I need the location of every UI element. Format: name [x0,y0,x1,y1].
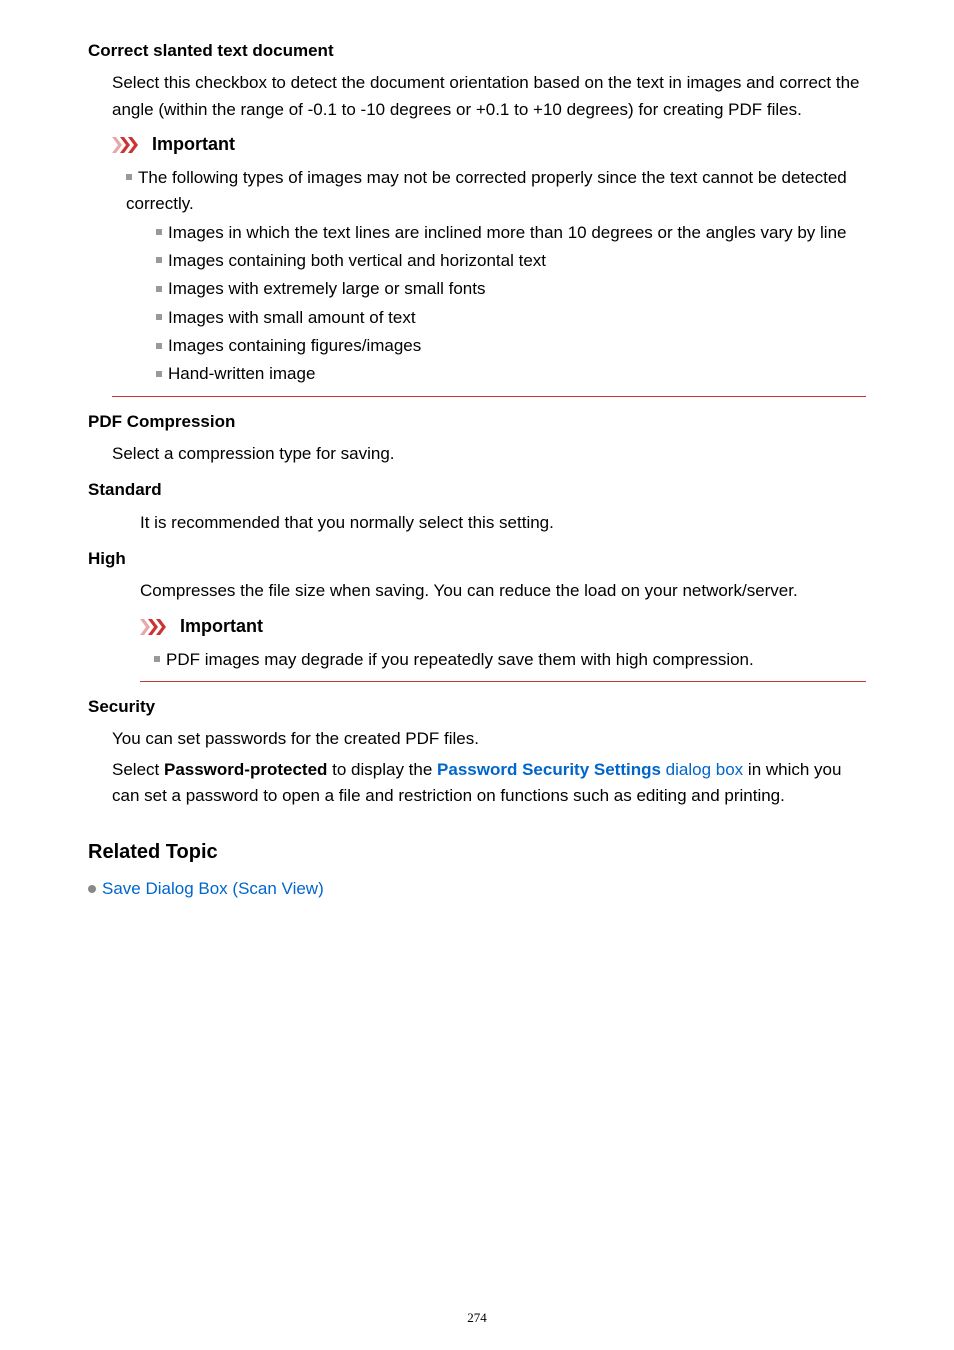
high-para: Compresses the file size when saving. Yo… [140,578,866,604]
important-2-item: PDF images may degrade if you repeatedly… [166,650,754,669]
square-bullet-icon [156,257,162,263]
related-topic-heading: Related Topic [88,837,866,868]
important-1-title: Important [152,131,235,159]
square-bullet-icon [156,314,162,320]
square-bullet-icon [156,343,162,349]
list-item: Images containing figures/images [168,336,421,355]
important-1-lead: The following types of images may not be… [126,168,847,213]
security-para2: Select Password-protected to display the… [112,757,866,810]
square-bullet-icon [156,229,162,235]
high-heading: High [88,546,866,572]
list-item: Images with extremely large or small fon… [168,279,485,298]
important-2-body: PDF images may degrade if you repeatedly… [140,647,866,682]
correct-para: Select this checkbox to detect the docum… [112,70,866,123]
page-number: 274 [0,1308,954,1328]
dialog-box-link-tail[interactable]: dialog box [661,760,743,779]
pdf-compression-para: Select a compression type for saving. [112,441,866,467]
square-bullet-icon [156,371,162,377]
list-item: Hand-written image [168,364,315,383]
circle-bullet-icon [88,885,96,893]
chevrons-right-icon [140,619,174,635]
security-p2b: to display the [327,760,437,779]
password-security-settings-link[interactable]: Password Security Settings [437,760,661,779]
list-item: Images in which the text lines are incli… [168,223,847,242]
security-p2a: Select [112,760,164,779]
password-protected-label: Password-protected [164,760,327,779]
pdf-compression-heading: PDF Compression [88,409,866,435]
important-1-body: The following types of images may not be… [112,165,866,397]
related-topic-link-row: Save Dialog Box (Scan View) [88,876,866,902]
square-bullet-icon [156,286,162,292]
security-para1: You can set passwords for the created PD… [112,726,866,752]
square-bullet-icon [154,656,160,662]
correct-heading: Correct slanted text document [88,38,866,64]
important-2-title: Important [180,613,263,641]
security-heading: Security [88,694,866,720]
important-callout-2-head: Important [140,613,866,641]
list-item: Images containing both vertical and hori… [168,251,546,270]
important-callout-1-head: Important [112,131,866,159]
standard-para: It is recommended that you normally sele… [140,510,866,536]
list-item: Images with small amount of text [168,308,416,327]
save-dialog-box-link[interactable]: Save Dialog Box (Scan View) [102,879,324,898]
square-bullet-icon [126,174,132,180]
chevrons-right-icon [112,137,146,153]
standard-heading: Standard [88,477,866,503]
